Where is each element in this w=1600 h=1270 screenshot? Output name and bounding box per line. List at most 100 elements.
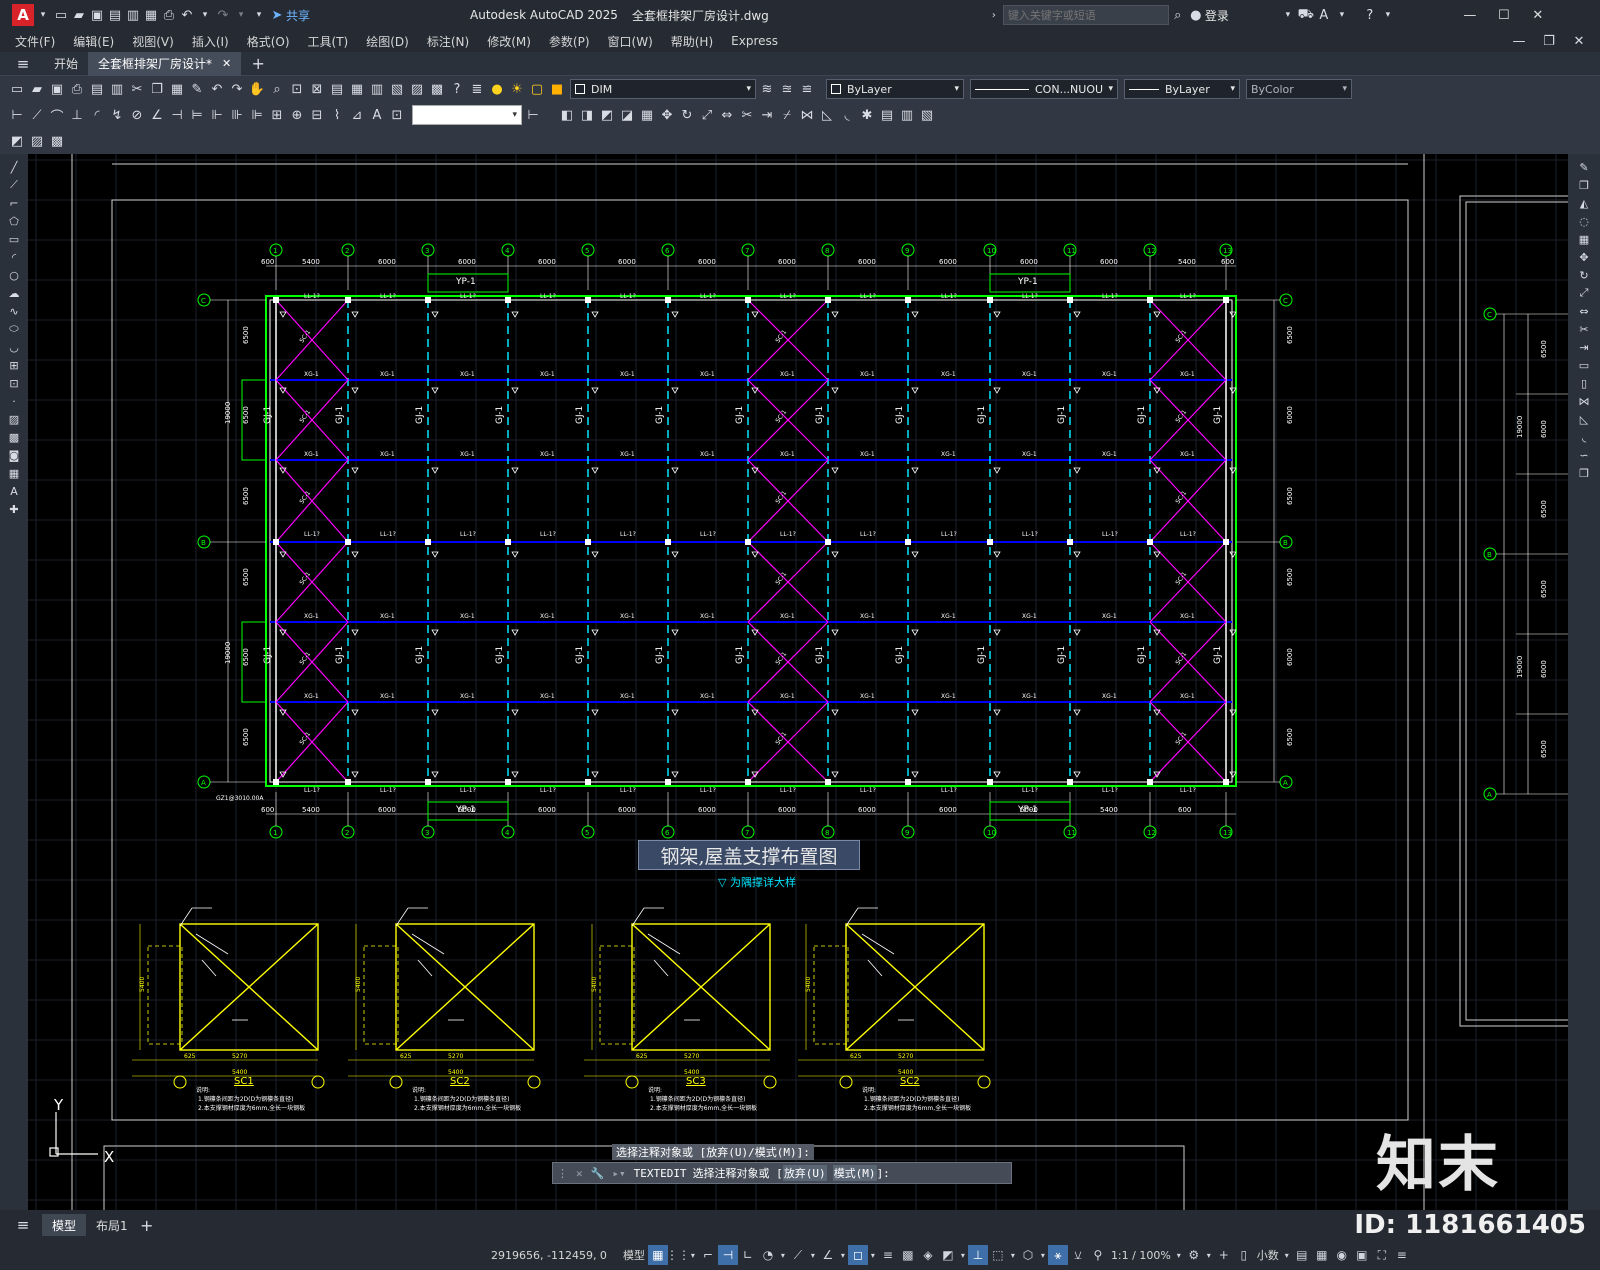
menu-parametric[interactable]: 参数(P) xyxy=(540,33,599,50)
doc-restore-icon[interactable]: ❐ xyxy=(1540,32,1558,50)
app-dropdown-icon[interactable]: ▾ xyxy=(1333,6,1351,24)
polyline-icon[interactable]: ⌐ xyxy=(5,196,23,210)
graphics-perf-icon[interactable]: ▣ xyxy=(1352,1245,1372,1265)
command-grip-icon[interactable]: ⋮ xyxy=(553,1167,572,1180)
pan-icon[interactable]: ✋ xyxy=(248,80,266,98)
undo-icon[interactable]: ↶ xyxy=(178,6,196,24)
annotation-scale-icon[interactable]: ⚲ xyxy=(1088,1245,1108,1265)
chamfer-side-icon[interactable]: ◺ xyxy=(1575,412,1593,426)
move-side-icon[interactable]: ✥ xyxy=(1575,250,1593,264)
zoom-previous-icon[interactable]: ⊠ xyxy=(308,80,326,98)
gradient-icon[interactable]: ▩ xyxy=(5,430,23,444)
units-icon[interactable]: ▯ xyxy=(1234,1245,1254,1265)
explode-side-icon[interactable]: ❒ xyxy=(1575,466,1593,480)
help-toolbar-icon[interactable]: ? xyxy=(448,80,466,98)
draworder-icon[interactable]: ▤ xyxy=(878,106,896,124)
circle-icon[interactable]: ○ xyxy=(5,268,23,282)
new-file-icon[interactable]: ▭ xyxy=(52,6,70,24)
customize-qat-icon[interactable]: ▾ xyxy=(250,6,268,24)
command-customize-icon[interactable]: 🔧 xyxy=(587,1167,609,1180)
markup-icon[interactable]: ▨ xyxy=(408,80,426,98)
minimize-icon[interactable]: — xyxy=(1453,0,1487,30)
gizmo-dropdown-icon[interactable]: ▾ xyxy=(1038,1245,1048,1265)
mtext-icon[interactable]: A xyxy=(5,484,23,498)
open-icon[interactable]: ▰ xyxy=(28,80,46,98)
command-recent-icon[interactable]: ▸▾ xyxy=(608,1167,629,1180)
tab-document[interactable]: 全套框排架厂房设计* ✕ xyxy=(88,51,242,76)
image-icon[interactable]: ▨ xyxy=(28,132,46,150)
stretch-icon[interactable]: ⇔ xyxy=(718,106,736,124)
break-point-icon[interactable]: ▭ xyxy=(1575,358,1593,372)
command-close-icon[interactable]: ✕ xyxy=(572,1167,587,1180)
hatch-icon[interactable]: ▨ xyxy=(5,412,23,426)
tab-start[interactable]: 开始 xyxy=(44,52,88,76)
color-dropdown[interactable]: ByLayer ▾ xyxy=(826,79,964,99)
menu-insert[interactable]: 插入(I) xyxy=(183,33,238,50)
tolerance-icon[interactable]: ⊞ xyxy=(268,106,286,124)
menu-draw[interactable]: 绘图(D) xyxy=(357,33,418,50)
ortho-toggle-icon[interactable]: ∟ xyxy=(738,1245,758,1265)
dim-update-icon[interactable]: ⊡ xyxy=(388,106,406,124)
infer-toggle-icon[interactable]: ⌐ xyxy=(698,1245,718,1265)
polar-toggle-icon[interactable]: ◔ xyxy=(758,1245,778,1265)
menu-file[interactable]: 文件(F) xyxy=(6,33,64,50)
xref-icon[interactable]: ◩ xyxy=(8,132,26,150)
redo-dropdown-icon[interactable]: ▾ xyxy=(232,6,250,24)
layer-freeze-icon[interactable]: ☀ xyxy=(508,80,526,98)
mirror-side-icon[interactable]: ◭ xyxy=(1575,196,1593,210)
dim-arc-icon[interactable]: ⌒ xyxy=(48,106,66,125)
tab-model[interactable]: 模型 xyxy=(42,1214,87,1236)
login-dropdown-icon[interactable]: ▾ xyxy=(1279,6,1297,24)
line-icon[interactable]: ╱ xyxy=(5,160,23,174)
design-center-icon[interactable]: ▦ xyxy=(348,80,366,98)
help-dropdown-icon[interactable]: ▾ xyxy=(1379,6,1397,24)
auto-scale-icon[interactable]: ⚺ xyxy=(1068,1245,1088,1265)
dynamic-input-icon[interactable]: ⊣ xyxy=(717,1245,738,1265)
layer-on-icon[interactable]: ● xyxy=(488,80,506,98)
status-scale[interactable]: 1:1 / 100% xyxy=(1108,1249,1174,1262)
make-current-icon[interactable]: ≋ xyxy=(758,80,776,98)
qnew-icon[interactable]: ▭ xyxy=(8,80,26,98)
open-web-icon[interactable]: ▥ xyxy=(124,6,142,24)
search-input[interactable] xyxy=(1002,5,1169,25)
search-expand-icon[interactable]: › xyxy=(985,6,1003,24)
tool-palettes-icon[interactable]: ▥ xyxy=(368,80,386,98)
explode-icon[interactable]: ✱ xyxy=(858,106,876,124)
spline-icon[interactable]: ∿ xyxy=(5,304,23,318)
login-label[interactable]: 登录 xyxy=(1205,7,1229,24)
table-icon[interactable]: ▦ xyxy=(5,466,23,480)
block-icon[interactable]: ▩ xyxy=(48,132,66,150)
make-block-icon[interactable]: ⊡ xyxy=(5,376,23,390)
undo-dropdown-icon[interactable]: ▾ xyxy=(196,6,214,24)
menu-modify[interactable]: 修改(M) xyxy=(478,33,540,50)
polygon-icon[interactable]: ⬠ xyxy=(5,214,23,228)
menu-edit[interactable]: 编辑(E) xyxy=(64,33,123,50)
share-icon[interactable]: ➤ xyxy=(268,6,286,24)
bring-front-icon[interactable]: ▥ xyxy=(898,106,916,124)
ellipse-arc-icon[interactable]: ◡ xyxy=(5,340,23,354)
share-label[interactable]: 共享 xyxy=(286,7,310,24)
selection-cycling-icon[interactable]: ◈ xyxy=(918,1245,938,1265)
erase-side-icon[interactable]: ✎ xyxy=(1575,160,1593,174)
offset-icon[interactable]: ◪ xyxy=(618,106,636,124)
sheet-set-icon[interactable]: ▧ xyxy=(388,80,406,98)
break-icon[interactable]: ⌿ xyxy=(778,106,796,124)
array-icon[interactable]: ▦ xyxy=(638,106,656,124)
blend-side-icon[interactable]: ∽ xyxy=(1575,448,1593,462)
break-side-icon[interactable]: ▯ xyxy=(1575,376,1593,390)
rectangle-icon[interactable]: ▭ xyxy=(5,232,23,246)
doc-close-icon[interactable]: ✕ xyxy=(1570,32,1588,50)
snap-toggle-icon[interactable]: ⋮⋮ xyxy=(666,1245,690,1265)
track-dropdown-icon[interactable]: ▾ xyxy=(838,1245,848,1265)
filter-dropdown-icon[interactable]: ▾ xyxy=(1008,1245,1018,1265)
3d-osnap-icon[interactable]: ◩ xyxy=(938,1245,958,1265)
point-icon[interactable]: · xyxy=(5,394,23,408)
save-icon[interactable]: ▣ xyxy=(88,6,106,24)
cart-icon[interactable]: ⛟ xyxy=(1297,6,1315,24)
units-dropdown-icon[interactable]: ▾ xyxy=(1282,1245,1292,1265)
user-icon[interactable]: ● xyxy=(1187,6,1205,24)
save-toolbar-icon[interactable]: ▣ xyxy=(48,80,66,98)
workspace-dropdown-icon[interactable]: ▾ xyxy=(1204,1245,1214,1265)
properties-icon[interactable]: ▤ xyxy=(328,80,346,98)
layer-color-icon[interactable]: ■ xyxy=(548,80,566,98)
